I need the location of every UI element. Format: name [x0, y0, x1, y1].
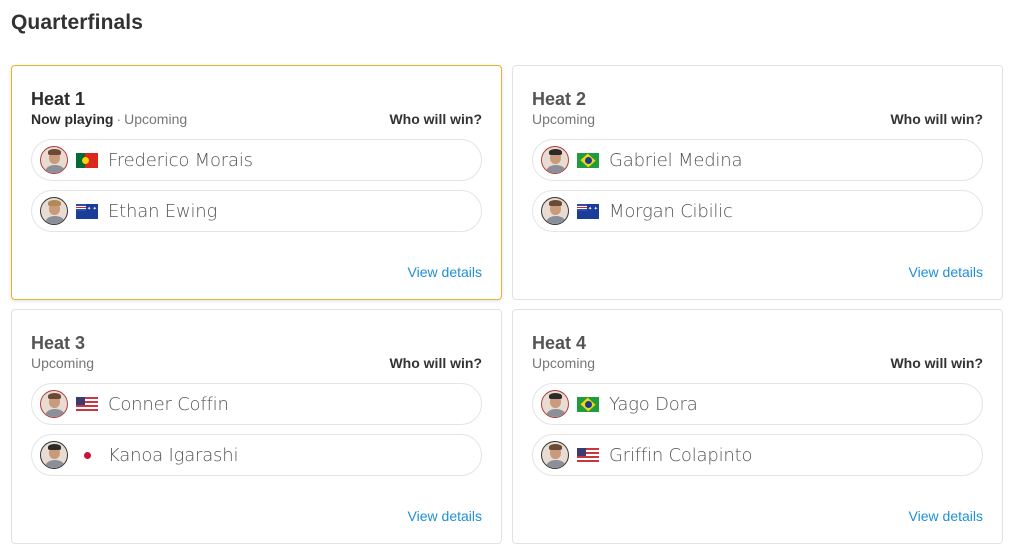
surfer-name: Morgan Cibilic: [609, 200, 733, 222]
heat-title: Heat 3: [31, 333, 86, 353]
surfer-name: Gabriel Medina: [609, 149, 743, 171]
surfer-name: Ethan Ewing: [108, 200, 218, 222]
heat-status: Now playing · Upcoming: [31, 111, 187, 127]
who-will-win-label: Who will win?: [890, 355, 983, 371]
surfer-avatar: [40, 146, 68, 174]
view-details-link[interactable]: View details: [909, 508, 983, 524]
heat-status: Upcoming: [532, 355, 596, 371]
heat-card-1: Heat 1 Now playing · Upcoming Who will win…: [11, 65, 502, 300]
japan-flag-icon: [76, 447, 98, 463]
heat-status: Upcoming: [532, 111, 596, 127]
brazil-flag-icon: [577, 396, 599, 412]
surfer-name: Griffin Colapinto: [609, 444, 753, 466]
view-details-link[interactable]: View details: [408, 508, 482, 524]
surfer-list: Yago Dora Griffin Colapinto: [532, 383, 983, 476]
view-details-link[interactable]: View details: [408, 264, 482, 280]
portugal-flag-icon: [76, 152, 98, 168]
heat-card-4: Heat 4 Upcoming Who will win? Yago Dora …: [512, 309, 1003, 544]
view-details-link[interactable]: View details: [909, 264, 983, 280]
heat-card-3: Heat 3 Upcoming Who will win? Conner Cof…: [11, 309, 502, 544]
surfer-pick-gabriel-medina[interactable]: Gabriel Medina: [532, 139, 983, 181]
surfer-pick-morgan-cibilic[interactable]: Morgan Cibilic: [532, 190, 983, 232]
surfer-list: Gabriel Medina Morgan Cibilic: [532, 139, 983, 232]
surfer-avatar: [541, 390, 569, 418]
surfer-avatar: [541, 146, 569, 174]
who-will-win-label: Who will win?: [389, 355, 482, 371]
surfer-pick-ethan-ewing[interactable]: Ethan Ewing: [31, 190, 482, 232]
surfer-name: Yago Dora: [609, 393, 698, 415]
surfer-avatar: [40, 197, 68, 225]
surfer-avatar: [40, 441, 68, 469]
australia-flag-icon: [577, 203, 599, 219]
surfer-name: Kanoa Igarashi: [108, 444, 239, 466]
status-separator: ·: [116, 111, 122, 127]
now-playing-label: Now playing: [31, 111, 114, 127]
surfer-name: Frederico Morais: [108, 149, 253, 171]
heat-title: Heat 1: [31, 89, 86, 109]
heat-title: Heat 4: [532, 333, 587, 353]
surfer-avatar: [541, 441, 569, 469]
australia-flag-icon: [76, 203, 98, 219]
who-will-win-label: Who will win?: [389, 111, 482, 127]
page-title: Quarterfinals: [11, 11, 144, 34]
surfer-list: Conner Coffin Kanoa Igarashi: [31, 383, 482, 476]
brazil-flag-icon: [577, 152, 599, 168]
surfer-pick-yago-dora[interactable]: Yago Dora: [532, 383, 983, 425]
heat-card-2: Heat 2 Upcoming Who will win? Gabriel Me…: [512, 65, 1003, 300]
heat-meta: Now playing · Upcoming Who will win?: [31, 111, 482, 131]
surfer-pick-conner-coffin[interactable]: Conner Coffin: [31, 383, 482, 425]
heat-status: Upcoming: [31, 355, 95, 371]
surfer-name: Conner Coffin: [108, 393, 229, 415]
surfer-list: Frederico Morais Ethan Ewing: [31, 139, 482, 232]
surfer-avatar: [541, 197, 569, 225]
heat-meta: Upcoming Who will win?: [532, 355, 983, 375]
surfer-pick-frederico-morais[interactable]: Frederico Morais: [31, 139, 482, 181]
surfer-pick-griffin-colapinto[interactable]: Griffin Colapinto: [532, 434, 983, 476]
heat-meta: Upcoming Who will win?: [31, 355, 482, 375]
who-will-win-label: Who will win?: [890, 111, 983, 127]
surfer-pick-kanoa-igarashi[interactable]: Kanoa Igarashi: [31, 434, 482, 476]
usa-flag-icon: [76, 396, 98, 412]
heat-meta: Upcoming Who will win?: [532, 111, 983, 131]
upcoming-label: Upcoming: [124, 111, 188, 127]
surfer-avatar: [40, 390, 68, 418]
usa-flag-icon: [577, 447, 599, 463]
heat-title: Heat 2: [532, 89, 587, 109]
